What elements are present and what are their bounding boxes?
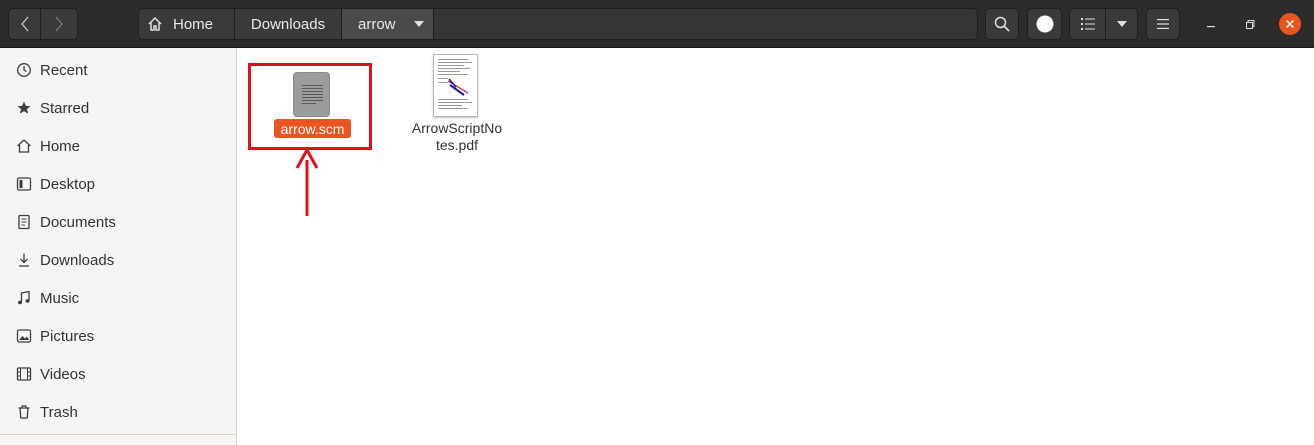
path-bar: Home Downloads arrow [138,8,978,40]
breadcrumb-label: Home [173,15,214,33]
sidebar-item-videos[interactable]: Videos [0,356,236,392]
list-view-button[interactable] [1069,8,1106,40]
view-dropdown-button[interactable] [1105,8,1138,40]
music-icon [16,290,32,306]
menu-button[interactable] [1146,8,1180,40]
download-icon [16,252,32,268]
list-view-icon [1080,18,1095,30]
sidebar-item-desktop[interactable]: Desktop [0,166,236,202]
star-icon [16,100,32,116]
sidebar-item-label: Trash [40,403,78,421]
pdf-thumbnail [433,54,478,117]
video-icon [16,366,32,382]
home-icon [16,138,32,154]
minimize-icon [1207,26,1215,28]
sidebar-item-pictures[interactable]: Pictures [0,318,236,354]
file-view: arrow.scm ArrowScriptNotes.pdf [237,48,1314,445]
sidebar-item-label: Documents [40,213,116,231]
chevron-left-icon [20,16,28,32]
chevron-right-icon [55,16,63,32]
sidebar-item-label: Home [40,137,81,155]
close-icon [1286,20,1294,28]
document-icon [16,214,32,230]
sidebar-item-label: Desktop [40,175,96,193]
minimize-button[interactable] [1202,14,1220,34]
sidebar-item-trash[interactable]: Trash [0,394,236,430]
breadcrumb-label: Downloads [250,15,326,33]
breadcrumb-arrow[interactable]: arrow [342,9,434,39]
close-button[interactable] [1279,13,1301,35]
search-icon [994,16,1010,32]
breadcrumb-downloads[interactable]: Downloads [235,9,342,39]
circle-icon [1036,15,1053,33]
sidebar: Recent Starred Home Desktop Documents Do… [0,48,237,445]
forward-button[interactable] [40,8,78,40]
breadcrumb-home[interactable]: Home [139,9,235,39]
sidebar-item-documents[interactable]: Documents [0,204,236,240]
sidebar-item-label: Starred [40,99,90,117]
sidebar-item-starred[interactable]: Starred [0,90,236,126]
sidebar-item-label: Music [40,289,80,307]
sidebar-item-music[interactable]: Music [0,280,236,316]
sidebar-item-downloads[interactable]: Downloads [0,242,236,278]
view-options-button[interactable] [1027,8,1062,40]
sidebar-item-label: Videos [40,365,86,383]
home-icon [148,16,162,31]
sidebar-item-label: Recent [40,61,88,79]
maximize-button[interactable] [1240,14,1260,34]
search-button[interactable] [985,8,1019,40]
trash-icon [16,404,32,420]
back-button[interactable] [8,8,41,40]
sidebar-divider [0,434,236,435]
pictures-icon [16,328,32,344]
highlight-box [248,63,372,150]
sidebar-item-home[interactable]: Home [0,128,236,164]
sidebar-item-label: Downloads [40,251,115,269]
header-bar: Home Downloads arrow [0,0,1314,48]
sidebar-item-recent[interactable]: Recent [0,52,236,88]
desktop-icon [16,176,32,192]
caret-down-icon[interactable] [413,21,424,27]
red-arrow-annotation [295,146,319,216]
hamburger-icon [1157,19,1169,29]
sidebar-item-label: Pictures [40,327,95,345]
file-name-label: ArrowScriptNotes.pdf [411,120,503,153]
breadcrumb-label: arrow [358,15,396,33]
clock-icon [16,62,32,78]
maximize-icon [1245,19,1254,29]
caret-down-icon [1116,21,1127,27]
